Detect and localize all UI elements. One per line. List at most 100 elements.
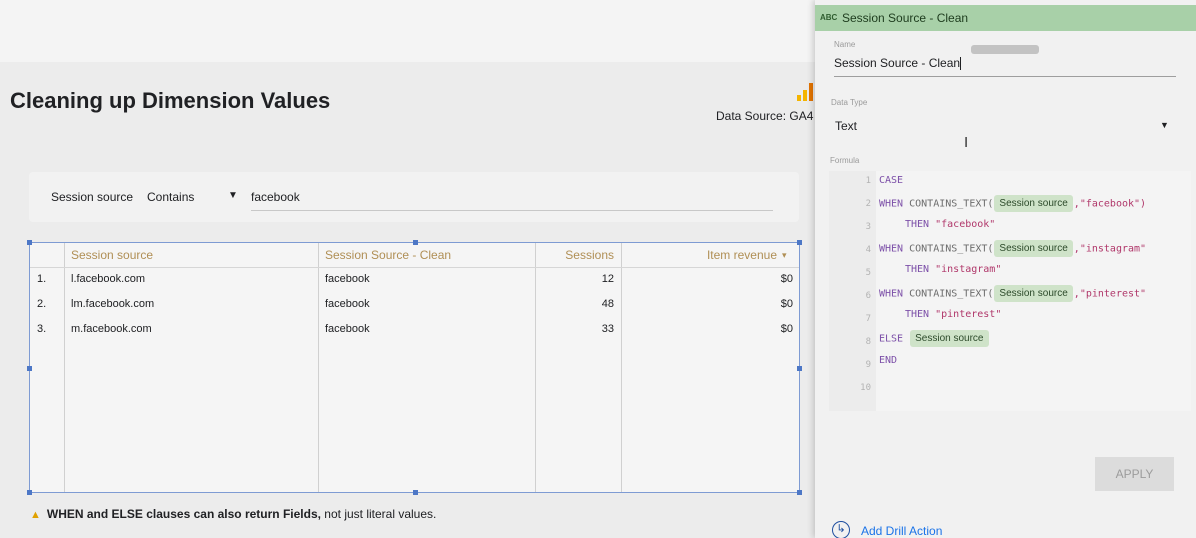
data-table[interactable]: Session source Session Source - Clean Se… [27,240,802,495]
code-line-2: WHEN CONTAINS_TEXT(Session source ,"faceb… [879,195,1146,212]
tip-note-bold: WHEN and ELSE clauses can also return Fi… [46,507,321,521]
header-divider [30,267,799,268]
line-number: 6 [865,291,871,301]
line-number: 9 [865,360,871,370]
field-chip[interactable]: Session source [994,240,1073,257]
keyword-case: CASE [879,175,904,186]
line-number: 5 [865,268,871,278]
i-beam-cursor-icon: I [964,134,969,151]
keyword-else: ELSE [879,333,904,345]
keyword-when: WHEN [879,198,904,210]
text-type-icon: ABC [820,13,838,22]
formula-label: Formula [830,156,860,165]
line-number: 10 [860,383,871,393]
cell-item-revenue: $0 [780,323,793,335]
chevron-down-icon[interactable]: ▼ [228,190,238,201]
cell-session-source-clean: facebook [325,323,370,335]
resize-handle[interactable] [27,366,32,371]
resize-handle[interactable] [797,240,802,245]
chevron-down-icon[interactable]: ▼ [1160,120,1169,130]
cell-item-revenue: $0 [780,273,793,285]
code-line-8: ELSE Session source [879,330,990,347]
apply-button[interactable]: APPLY [1095,457,1174,491]
panel-header: ABC Session Source - Clean [815,5,1196,31]
code-line-1: CASE [879,175,903,186]
cell-session-source: l.facebook.com [71,273,145,285]
resize-handle[interactable] [797,490,802,495]
formula-editor[interactable]: 1 2 3 4 5 6 7 8 9 10 CASE WHEN CONTAINS_… [829,171,1191,411]
field-chip[interactable]: Session source [910,330,989,347]
keyword-when: WHEN [879,288,904,300]
sort-desc-icon[interactable]: ▾ [782,250,787,261]
cell-sessions: 33 [601,323,614,335]
name-label: Name [834,40,856,49]
cell-session-source-clean: facebook [325,273,370,285]
column-divider [318,243,319,492]
field-chip[interactable]: Session source [994,195,1073,212]
row-index: 3. [37,323,47,335]
keyword-then: THEN [905,264,930,275]
tip-note-rest: not just literal values. [320,507,437,521]
add-drill-action-link[interactable]: Add Drill Action [861,524,942,538]
column-header-sessions[interactable]: Sessions [535,248,614,262]
string-literal: ,"instagram" [1073,243,1147,255]
resize-handle[interactable] [27,240,32,245]
resize-handle[interactable] [797,366,802,371]
cell-session-source: m.facebook.com [71,323,152,335]
name-field[interactable]: Session Source - Clean [834,56,1176,76]
bar-chart-icon [797,83,813,101]
column-header-item-revenue[interactable]: Item revenue [621,248,777,262]
string-literal: ,"pinterest" [1073,288,1147,300]
line-number: 3 [865,222,871,232]
tip-note: ▲ WHEN and ELSE clauses can also return F… [30,507,436,521]
page-title: Cleaning up Dimension Values [10,88,331,113]
code-line-6: WHEN CONTAINS_TEXT(Session source ,"pinte… [879,285,1146,302]
code-line-4: WHEN CONTAINS_TEXT(Session source ,"insta… [879,240,1146,257]
cell-item-revenue: $0 [780,298,793,310]
string-literal: "pinterest" [935,309,1002,320]
function-name: CONTAINS_TEXT( [909,243,994,255]
cell-sessions: 12 [601,273,614,285]
function-name: CONTAINS_TEXT( [909,288,994,300]
row-index: 2. [37,298,47,310]
column-header-session-source-clean[interactable]: Session Source - Clean [325,248,451,262]
resize-handle[interactable] [413,490,418,495]
name-underline [834,76,1176,77]
cell-sessions: 48 [601,298,614,310]
line-number: 4 [865,245,871,255]
filter-input-underline [251,210,773,211]
field-chip[interactable]: Session source [994,285,1073,302]
string-literal: "facebook" [935,219,996,230]
string-literal: ,"facebook") [1073,198,1147,210]
text-caret [960,57,962,71]
function-name: CONTAINS_TEXT( [909,198,994,210]
cell-session-source: lm.facebook.com [71,298,155,310]
panel-title: Session Source - Clean [842,11,969,25]
resize-handle[interactable] [413,240,418,245]
keyword-when: WHEN [879,243,904,255]
data-type-select[interactable]: Text [835,119,857,133]
data-type-label: Data Type [831,98,868,107]
cell-session-source-clean: facebook [325,298,370,310]
row-index: 1. [37,273,47,285]
filter-value-input[interactable]: facebook [251,190,300,204]
drill-action-icon[interactable]: ↳ [832,521,850,538]
column-header-session-source[interactable]: Session source [71,248,153,262]
field-editor-panel: ABC Session Source - Clean Name Session … [815,0,1196,538]
tooltip-chip [971,45,1039,54]
resize-handle[interactable] [27,490,32,495]
line-number: 8 [865,337,871,347]
column-divider [64,243,65,492]
code-line-5: THEN "instagram" [905,264,1001,275]
string-literal: "instagram" [935,264,1002,275]
filter-control[interactable]: Session source Contains ▼ facebook [29,172,799,222]
keyword-then: THEN [905,309,930,320]
name-value: Session Source - Clean [834,56,961,70]
keyword-then: THEN [905,219,930,230]
filter-field-label: Session source [51,190,134,204]
code-line-9: END [879,355,897,366]
line-number: 1 [865,176,871,186]
filter-operator-select[interactable]: Contains [147,190,194,204]
keyword-end: END [879,355,898,366]
line-number: 7 [865,314,871,324]
